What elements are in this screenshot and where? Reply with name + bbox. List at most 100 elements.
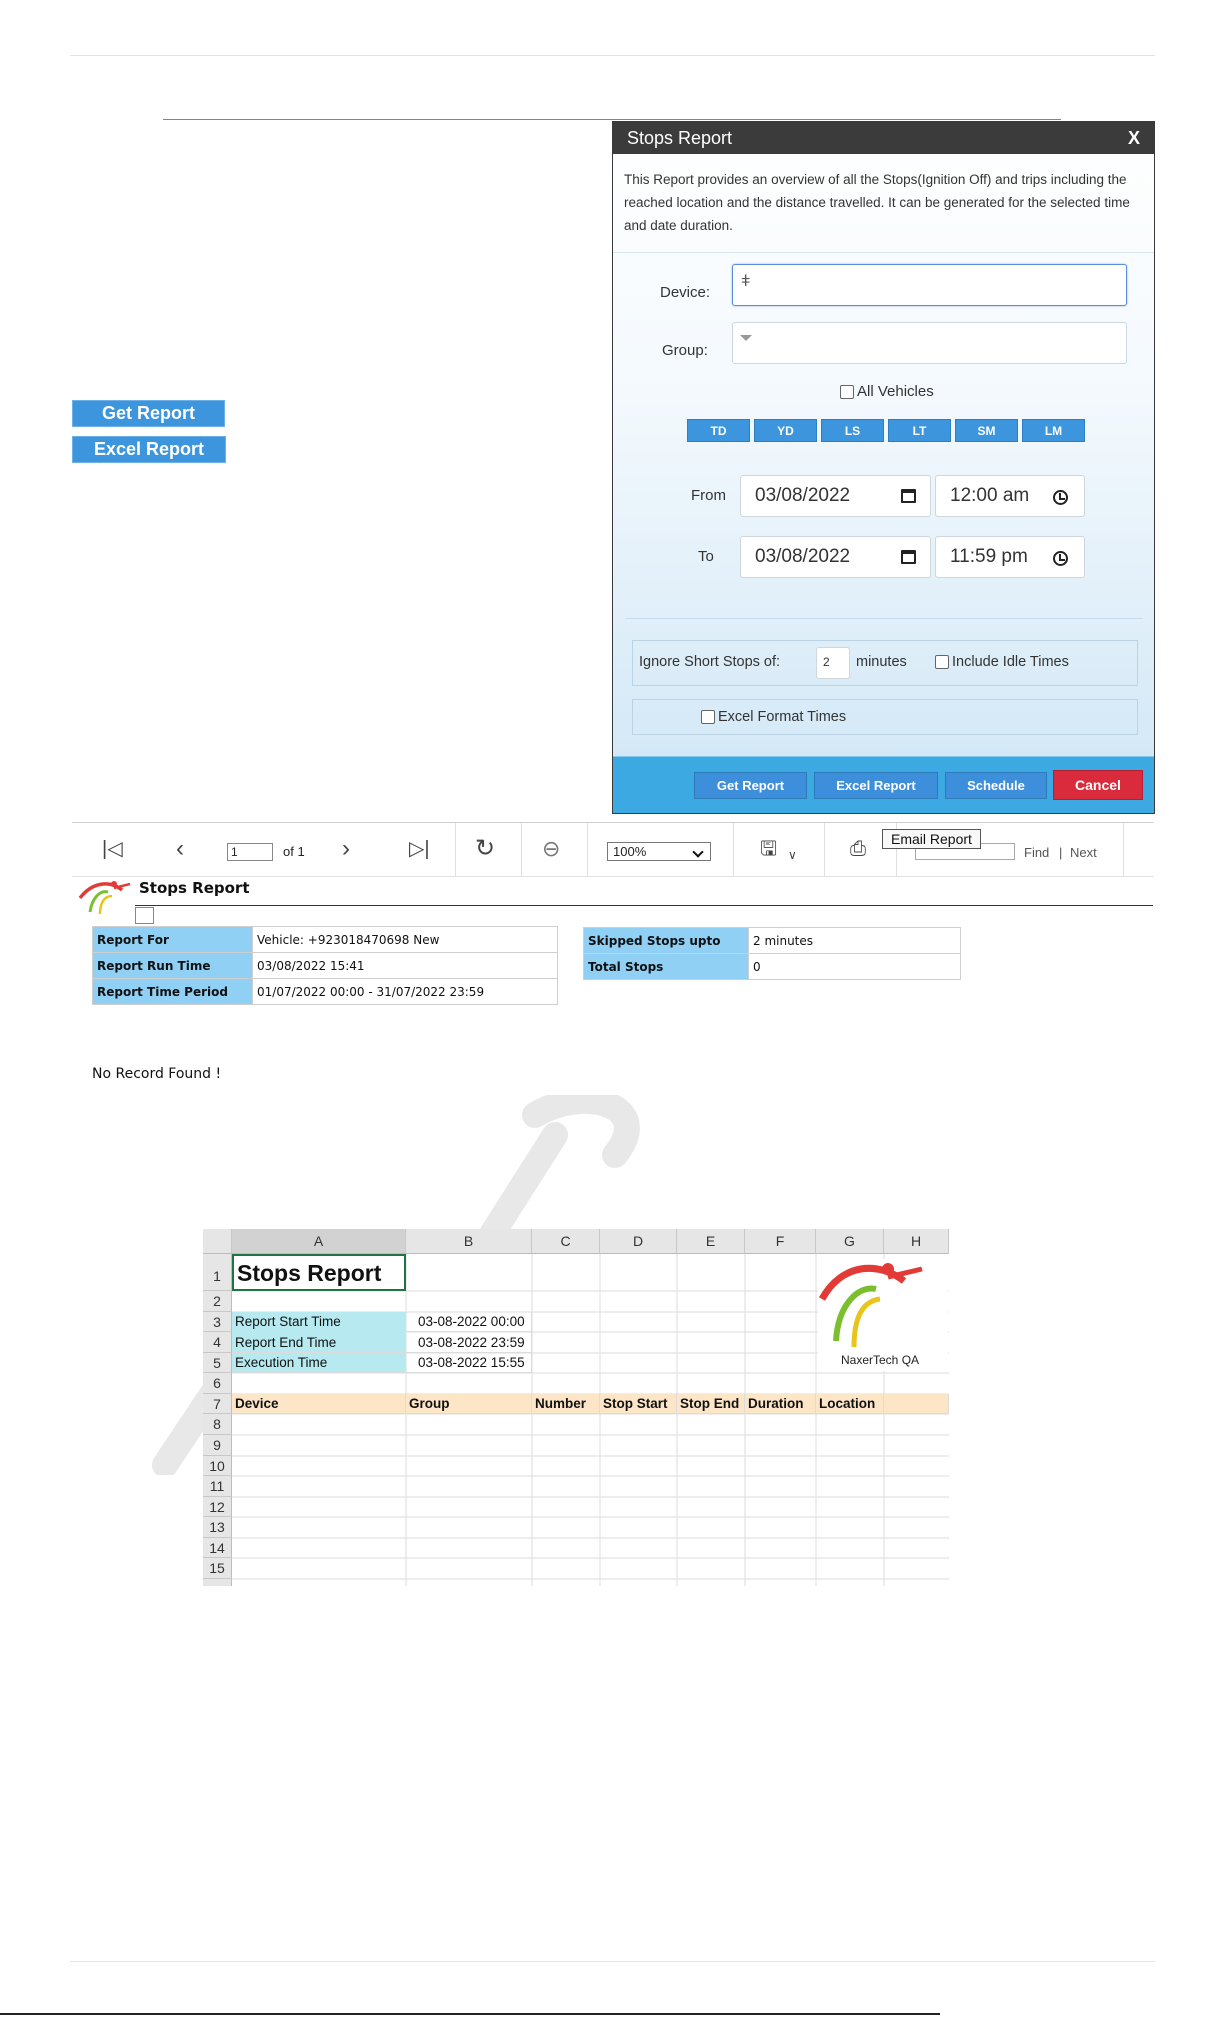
excel-meta-value[interactable]: 03-08-2022 15:55: [406, 1353, 532, 1373]
calendar-icon[interactable]: [901, 489, 916, 503]
row-header[interactable]: 2: [203, 1291, 232, 1312]
toolbar-separator: [455, 823, 456, 877]
refresh-icon[interactable]: ↻: [475, 837, 495, 861]
modal-excel-report-button[interactable]: Excel Report: [814, 772, 938, 799]
row-header[interactable]: 7: [203, 1394, 232, 1414]
excel-preview: A B C D E F G H 1 2 3 4 5 6 7 8 9 10 11 …: [203, 1229, 949, 1586]
footer-line: [0, 2013, 940, 2015]
to-date-input[interactable]: 03/08/2022: [740, 536, 931, 578]
print-icon[interactable]: ⎙: [850, 837, 866, 861]
excel-format-label: Excel Format Times: [718, 709, 847, 725]
column-header[interactable]: F: [745, 1229, 816, 1254]
stops-report-modal: Stops Report X This Report provides an o…: [612, 121, 1155, 814]
last-page-icon[interactable]: ▷|: [409, 837, 430, 861]
row-header[interactable]: 6: [203, 1373, 232, 1394]
excel-meta-value[interactable]: 03-08-2022 00:00: [406, 1312, 532, 1332]
toolbar-separator: [733, 823, 734, 877]
previous-page-icon[interactable]: ‹: [176, 837, 184, 861]
get-report-button[interactable]: Get Report: [72, 400, 225, 427]
quick-button-lm[interactable]: LM: [1022, 419, 1085, 442]
excel-meta-label[interactable]: Report End Time: [232, 1332, 406, 1353]
find-link[interactable]: Find: [1024, 845, 1049, 860]
first-page-icon[interactable]: |◁: [102, 837, 123, 861]
column-header[interactable]: E: [677, 1229, 745, 1254]
quick-button-ls[interactable]: LS: [821, 419, 884, 442]
row-header[interactable]: 3: [203, 1312, 232, 1332]
row-header[interactable]: 11: [203, 1476, 232, 1497]
from-time-input[interactable]: 12:00 am: [935, 475, 1085, 517]
info-value: Vehicle: +923018470698 New: [252, 926, 558, 953]
quick-button-yd[interactable]: YD: [754, 419, 817, 442]
excel-meta-value[interactable]: 03-08-2022 23:59: [406, 1332, 532, 1353]
row-header[interactable]: 9: [203, 1435, 232, 1456]
all-vehicles-option[interactable]: All Vehicles: [840, 383, 934, 400]
next-link[interactable]: Next: [1070, 845, 1097, 860]
modal-get-report-button[interactable]: Get Report: [694, 772, 807, 799]
all-vehicles-checkbox[interactable]: [840, 384, 854, 399]
column-header[interactable]: H: [884, 1229, 949, 1254]
column-header[interactable]: B: [406, 1229, 532, 1254]
excel-header-device[interactable]: Device: [232, 1394, 406, 1414]
quick-button-lt[interactable]: LT: [888, 419, 951, 442]
report-checkbox[interactable]: [135, 907, 154, 924]
excel-header-duration[interactable]: Duration: [745, 1394, 816, 1414]
next-page-icon[interactable]: ›: [342, 837, 350, 861]
row-header[interactable]: 13: [203, 1517, 232, 1538]
column-header[interactable]: D: [600, 1229, 677, 1254]
calendar-icon[interactable]: [901, 550, 916, 564]
excel-header-number[interactable]: Number: [532, 1394, 600, 1414]
table-row: Skipped Stops upto 2 minutes: [583, 927, 961, 954]
column-header[interactable]: C: [532, 1229, 600, 1254]
include-idle-checkbox[interactable]: [935, 655, 949, 669]
row-header[interactable]: 14: [203, 1538, 232, 1558]
excel-format-checkbox[interactable]: [701, 710, 715, 724]
modal-header: Stops Report X: [613, 122, 1154, 154]
column-header[interactable]: A: [232, 1229, 406, 1254]
excel-report-button[interactable]: Excel Report: [72, 436, 226, 463]
close-icon[interactable]: X: [1128, 128, 1140, 149]
quick-button-td[interactable]: TD: [687, 419, 750, 442]
row-header[interactable]: 5: [203, 1353, 232, 1373]
row-header[interactable]: 10: [203, 1456, 232, 1476]
select-all-corner[interactable]: [203, 1229, 232, 1254]
row-header[interactable]: [203, 1579, 232, 1586]
excel-format-option[interactable]: Excel Format Times: [701, 709, 846, 725]
row-header[interactable]: 4: [203, 1332, 232, 1353]
save-icon[interactable]: 🖫: [760, 837, 777, 861]
schedule-button[interactable]: Schedule: [945, 772, 1047, 799]
group-select[interactable]: [732, 322, 1127, 364]
excel-title-cell[interactable]: Stops Report: [232, 1254, 406, 1291]
modal-title: Stops Report: [627, 127, 733, 148]
excel-meta-label[interactable]: Report Start Time: [232, 1312, 406, 1332]
to-date-value: 03/08/2022: [755, 546, 851, 567]
excel-header-stop-end[interactable]: Stop End: [677, 1394, 745, 1414]
include-idle-option[interactable]: Include Idle Times: [935, 654, 1069, 670]
table-row: Report For Vehicle: +923018470698 New: [92, 926, 558, 953]
excel-header-location[interactable]: Location: [816, 1394, 884, 1414]
cancel-button[interactable]: Cancel: [1053, 770, 1143, 800]
row-header[interactable]: 1: [203, 1254, 232, 1291]
back-icon[interactable]: ⊖: [542, 837, 560, 861]
excel-meta-label[interactable]: Execution Time: [232, 1353, 406, 1373]
page-number-input[interactable]: 1: [227, 843, 273, 861]
clock-icon[interactable]: [1053, 490, 1068, 505]
chevron-down-icon[interactable]: ∨: [788, 843, 797, 867]
excel-header-stop-start[interactable]: Stop Start: [600, 1394, 677, 1414]
row-header[interactable]: 15: [203, 1558, 232, 1579]
group-label: Group:: [662, 342, 708, 359]
from-date-input[interactable]: 03/08/2022: [740, 475, 931, 517]
excel-header-group[interactable]: Group: [406, 1394, 532, 1414]
to-time-input[interactable]: 11:59 pm: [935, 536, 1085, 578]
quick-button-sm[interactable]: SM: [955, 419, 1018, 442]
column-header[interactable]: G: [816, 1229, 884, 1254]
zoom-value: 100%: [613, 844, 647, 859]
ignore-minutes-input[interactable]: 2: [816, 647, 850, 679]
bottom-divider: [70, 1961, 1155, 1962]
zoom-select[interactable]: 100%: [607, 842, 711, 861]
row-header[interactable]: 8: [203, 1414, 232, 1435]
excel-header-fill[interactable]: [884, 1394, 949, 1414]
device-input[interactable]: ǂ: [732, 264, 1127, 306]
clock-icon[interactable]: [1053, 551, 1068, 566]
info-label: Report Run Time: [92, 952, 253, 979]
row-header[interactable]: 12: [203, 1497, 232, 1517]
